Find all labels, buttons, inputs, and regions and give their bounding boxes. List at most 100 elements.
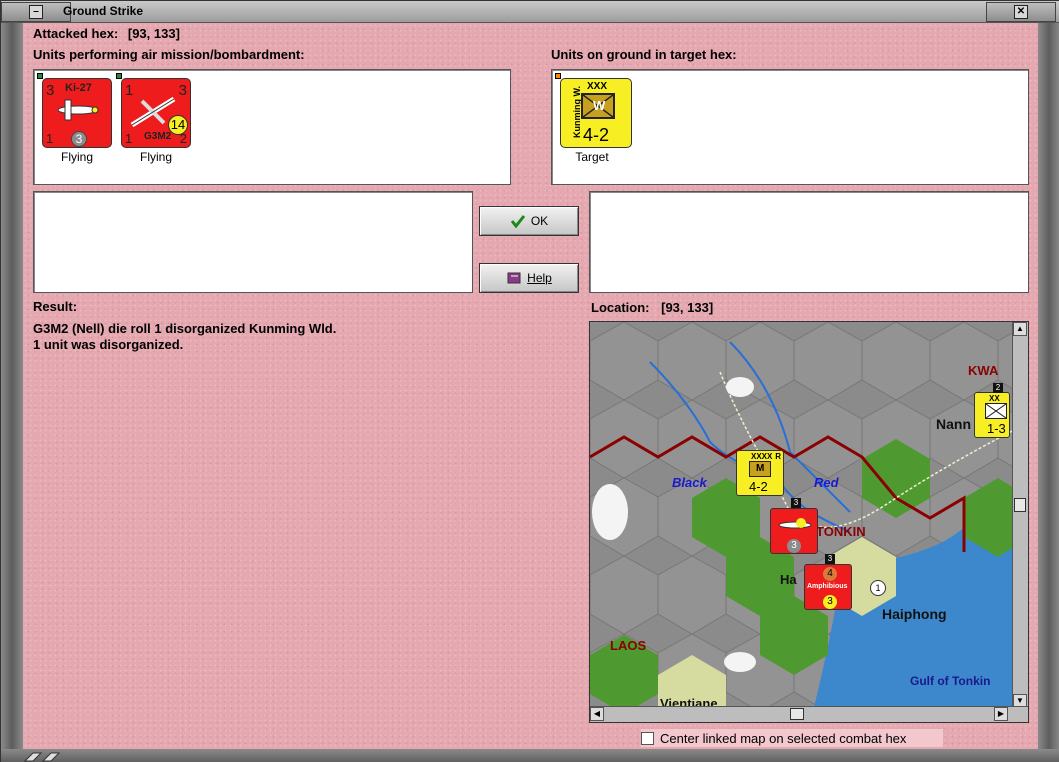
attacker-detail-panel: [33, 191, 473, 293]
g3m2-bottom-left-value: 1: [125, 131, 133, 146]
map-label-nann: Nann: [936, 416, 971, 432]
map-counter-division-stack: 2: [993, 383, 1003, 393]
map-label-gulf: Gulf of Tonkin: [910, 674, 991, 688]
map-counter-amphibious-value: 3: [823, 595, 837, 609]
air-unit-counter-ki27[interactable]: 3 Ki-27 1 3: [37, 73, 112, 148]
attacked-hex-value: [93, 133]: [127, 26, 180, 41]
result-line-2: 1 unit was disorganized.: [33, 337, 184, 352]
map-label-laos: LAOS: [610, 638, 647, 653]
window-frame-right: [1038, 23, 1059, 762]
close-button[interactable]: ✕: [986, 2, 1056, 22]
map-counter-amphibious-top: 4: [823, 567, 837, 581]
location-value: [93, 133]: [661, 300, 714, 315]
ki27-bottom-left-value: 1: [46, 131, 54, 146]
kunming-type: W: [593, 98, 606, 113]
map-horizontal-scrollbar[interactable]: ◀ ▶: [590, 706, 1028, 722]
map-counter-division-size: XX: [989, 394, 1000, 403]
location-row: Location: [93, 133]: [591, 300, 713, 315]
result-label: Result:: [33, 299, 78, 314]
map-counter-corps-flag: R: [775, 452, 781, 461]
map-counter-corps[interactable]: XXXX R M 4-2: [736, 450, 784, 496]
center-linked-map-option[interactable]: Center linked map on selected combat hex: [641, 729, 943, 747]
ground-units-label: Units on ground in target hex:: [551, 47, 737, 62]
checkmark-icon: [510, 215, 525, 228]
infantry-cross-icon: [985, 403, 1007, 419]
map-label-red: Red: [814, 475, 839, 490]
result-line-1: G3M2 (Nell) die roll 1 disorganized Kunm…: [33, 321, 337, 336]
help-book-icon: [507, 272, 521, 284]
g3m2-top-right-value: 3: [178, 82, 187, 99]
dialog-content: Attacked hex: [93, 133] Units performing…: [23, 23, 1038, 749]
map-label-kwa: KWA: [968, 363, 999, 378]
map-snow: [592, 484, 628, 540]
map-counter-corps-size: XXXX: [751, 452, 773, 461]
status-marker: [116, 73, 122, 79]
map-counter-corps-strength: 4-2: [749, 479, 768, 494]
window-frame-left: [1, 23, 23, 762]
help-button-label: Help: [527, 271, 552, 285]
ki27-center-value: 3: [71, 131, 87, 147]
close-icon: ✕: [1014, 5, 1028, 19]
map-label-ha: Ha: [780, 572, 797, 587]
resize-grip-icon: [23, 752, 61, 762]
map-horizontal-scroll-thumb[interactable]: [790, 708, 804, 720]
map-counter-port-marker[interactable]: 1: [870, 580, 886, 596]
unit-symbol-icon: W: [581, 93, 615, 119]
map-snow: [724, 652, 756, 672]
map-counter-air-unit-stack: 3: [791, 498, 801, 508]
map-counter-air-unit-value: 3: [787, 539, 801, 553]
scroll-right-icon[interactable]: ▶: [994, 707, 1008, 721]
map-snow: [726, 377, 754, 397]
kunming-status: Target: [575, 150, 609, 164]
center-linked-map-label: Center linked map on selected combat hex: [660, 730, 907, 746]
status-marker: [555, 73, 561, 79]
scroll-left-icon[interactable]: ◀: [590, 707, 604, 721]
fighter-plane-icon: [778, 518, 812, 529]
map-label-haiphong: Haiphong: [882, 606, 947, 622]
attacked-hex-row: Attacked hex: [93, 133]: [33, 26, 180, 41]
kunming-size: XXX: [587, 81, 608, 92]
fighter-plane-icon: [57, 99, 99, 121]
g3m2-center-value: 14: [168, 115, 188, 135]
resize-grip[interactable]: [23, 749, 63, 762]
g3m2-name: G3M2: [144, 131, 172, 142]
map-counter-corps-type: M: [756, 463, 765, 474]
map-counter-amphibious-stack: 3: [825, 554, 835, 564]
map-counter-division[interactable]: 2 XX 1-3: [974, 383, 1010, 438]
help-button[interactable]: Help: [479, 263, 579, 293]
g3m2-status: Flying: [139, 150, 172, 164]
map-counter-air-unit[interactable]: 3 3: [770, 498, 818, 554]
air-units-panel: 3 Ki-27 1 3 Flying 1 3 G3M2 1 2 14 Flyin…: [33, 69, 511, 185]
scroll-up-icon[interactable]: ▲: [1013, 322, 1027, 336]
map-label-tonkin: TONKIN: [816, 524, 866, 539]
center-linked-map-checkbox[interactable]: [641, 731, 654, 745]
map-counter-division-strength: 1-3: [987, 421, 1006, 436]
defender-detail-panel: [589, 191, 1029, 293]
air-unit-counter-g3m2[interactable]: 1 3 G3M2 1 2 14: [116, 73, 191, 148]
system-menu-button[interactable]: –: [1, 2, 71, 22]
map-label-black: Black: [672, 475, 707, 490]
location-map[interactable]: Black Red TONKIN Ha Haiphong LAOS Gulf o…: [589, 321, 1029, 723]
attacked-hex-label: Attacked hex:: [33, 26, 119, 41]
ground-units-panel: Kunming W. XXX W 4-2 Target: [551, 69, 1029, 185]
ok-button-label: OK: [530, 214, 549, 228]
window-title: Ground Strike: [63, 4, 144, 18]
ki27-name: Ki-27: [65, 82, 92, 94]
location-label: Location:: [591, 300, 650, 315]
map-vertical-scroll-thumb[interactable]: [1014, 498, 1026, 512]
title-bar: – Ground Strike ✕: [1, 1, 1059, 23]
map-vertical-scrollbar[interactable]: ▲ ▼: [1012, 322, 1028, 708]
unit-symbol-icon: [985, 403, 1007, 419]
status-marker: [37, 73, 43, 79]
ki27-status: Flying: [60, 150, 93, 164]
window-frame-bottom: [1, 749, 1059, 762]
air-units-label: Units performing air mission/bombardment…: [33, 47, 305, 62]
ground-unit-counter-kunming[interactable]: Kunming W. XXX W 4-2: [555, 73, 632, 148]
map-counter-amphibious[interactable]: 3 4 Amphibious 3: [804, 554, 852, 610]
unit-symbol-icon: M: [749, 461, 771, 477]
map-counter-amphibious-label: Amphibious: [807, 583, 848, 590]
ok-button[interactable]: OK: [479, 206, 579, 236]
ground-strike-window: – Ground Strike ✕ Attacked hex: [93, 133…: [0, 0, 1059, 762]
minimize-icon: –: [29, 5, 43, 19]
kunming-strength: 4-2: [583, 125, 610, 145]
